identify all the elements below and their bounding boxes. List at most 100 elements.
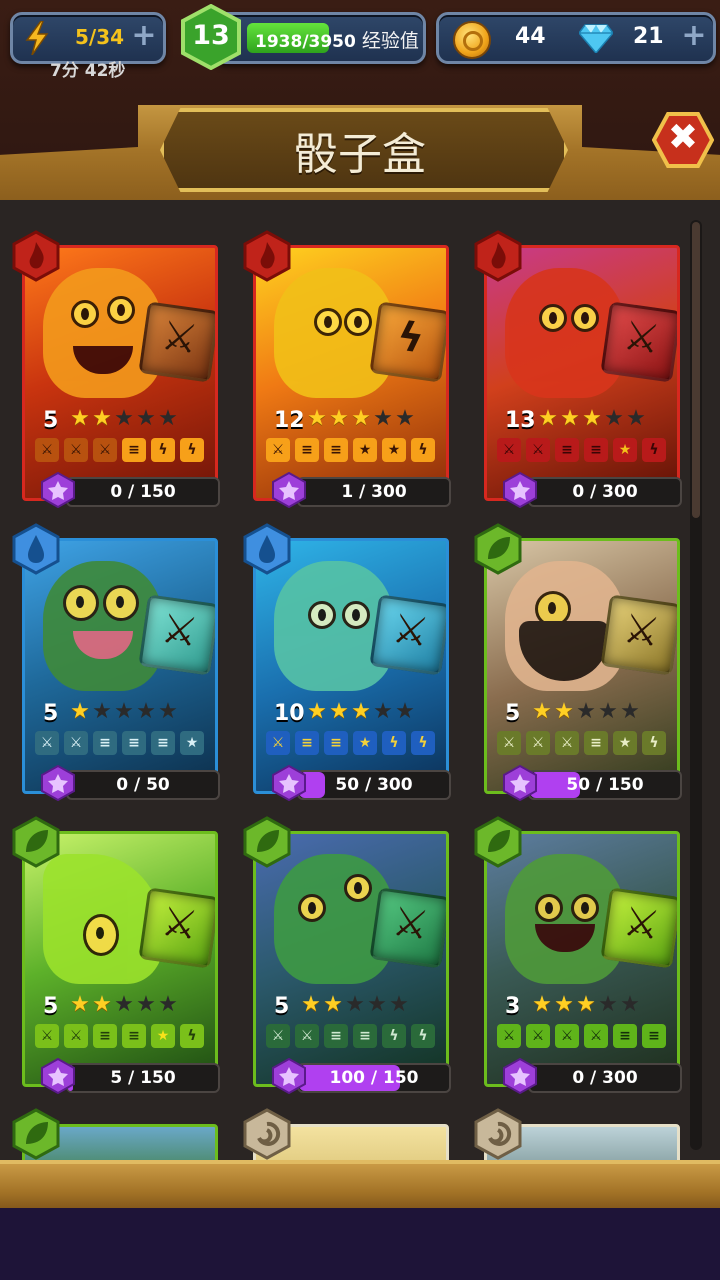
scrollbar-thumb[interactable] <box>692 222 700 518</box>
sword-face-icon: ⚔ <box>555 731 579 755</box>
dice-card-fire-dragon[interactable]: ⚔ 13 ★ ★ ★ ★ ★ ⚔ ⚔ ≡ ≡ ★ ϟ <box>484 245 680 501</box>
star-rating: ★ ★ ★ ★ ★ <box>300 993 410 1017</box>
star-rating: ★ ★ ★ ★ ★ <box>531 993 641 1017</box>
dice-level: 12 <box>274 408 305 433</box>
star-filled-icon: ★ <box>329 406 349 431</box>
star-empty-icon: ★ <box>158 699 178 724</box>
sword-face-icon: ⚔ <box>497 731 521 755</box>
dice-faces: ⚔ ⚔ ≡ ≡ ≡ ★ <box>35 731 209 755</box>
progress-text: 0 / 150 <box>110 482 176 502</box>
purple-gem-icon <box>503 472 537 508</box>
star-filled-icon: ★ <box>92 406 112 431</box>
sword-die-icon: ⚔ <box>138 887 215 969</box>
level-badge: 13 <box>178 3 244 71</box>
shield-face-icon: ≡ <box>93 731 117 755</box>
energy-value: 5/34 <box>75 25 125 49</box>
star-empty-icon: ★ <box>395 406 415 431</box>
star-face-icon: ★ <box>151 1024 175 1048</box>
star-empty-icon: ★ <box>598 992 618 1017</box>
dice-card-fire-monster[interactable]: ⚔ 5 ★ ★ ★ ★ ★ ⚔ ⚔ ⚔ ≡ ϟ ϟ <box>22 245 218 501</box>
purple-gem-icon <box>41 765 75 801</box>
card-progress-bar: 50 / 300 <box>297 770 451 800</box>
wind-element-icon <box>243 1108 291 1160</box>
star-empty-icon: ★ <box>114 992 134 1017</box>
shield-face-icon: ≡ <box>584 438 608 462</box>
water-element-icon <box>12 523 60 575</box>
dice-card-nature-slime[interactable]: ⚔ 5 ★ ★ ★ ★ ★ ⚔ ⚔ ≡ ≡ ★ ϟ <box>22 831 218 1087</box>
dice-card-water-queen[interactable]: ⚔ 10 ★ ★ ★ ★ ★ ⚔ ≡ ≡ ★ ϟ ϟ <box>253 538 449 794</box>
xp-pill: 1938/3950 经验值 <box>214 12 426 64</box>
purple-gem-icon <box>41 472 75 508</box>
dice-faces: ⚔ ≡ ≡ ★ ★ ϟ <box>266 438 440 462</box>
star-empty-icon: ★ <box>389 992 409 1017</box>
star-empty-icon: ★ <box>114 406 134 431</box>
sword-die-icon: ⚔ <box>138 301 215 383</box>
star-rating: ★ ★ ★ ★ ★ <box>306 407 416 431</box>
star-filled-icon: ★ <box>307 699 327 724</box>
purple-gem-icon <box>503 1058 537 1094</box>
sword-die-icon: ⚔ <box>600 301 677 383</box>
lightning-face-icon: ϟ <box>411 731 435 755</box>
dice-card-nature-orc[interactable]: ⚔ 3 ★ ★ ★ ★ ★ ⚔ ⚔ ⚔ ⚔ ≡ ≡ <box>484 831 680 1087</box>
shield-face-icon: ≡ <box>93 1024 117 1048</box>
progress-text: 0 / 50 <box>116 775 170 795</box>
wind-element-icon <box>474 1108 522 1160</box>
add-energy-button[interactable]: + <box>131 21 157 51</box>
star-rating: ★ ★ ★ ★ ★ <box>306 700 416 724</box>
shield-face-icon: ≡ <box>122 1024 146 1048</box>
star-empty-icon: ★ <box>598 699 618 724</box>
purple-gem-icon <box>272 765 306 801</box>
dice-card-fire-phoenix[interactable]: ϟ 12 ★ ★ ★ ★ ★ ⚔ ≡ ≡ ★ ★ ϟ <box>253 245 449 501</box>
dice-faces: ⚔ ⚔ ⚔ ≡ ★ ϟ <box>497 731 671 755</box>
shield-face-icon: ≡ <box>295 731 319 755</box>
sword-face-icon: ⚔ <box>64 438 88 462</box>
currency-pill[interactable]: 44 21 + <box>436 12 716 64</box>
star-filled-icon: ★ <box>554 992 574 1017</box>
close-button[interactable]: ✖ <box>651 112 715 168</box>
dice-faces: ⚔ ⚔ ≡ ≡ ★ ϟ <box>35 1024 209 1048</box>
sword-face-icon: ⚔ <box>555 1024 579 1048</box>
dice-faces: ⚔ ⚔ ⚔ ⚔ ≡ ≡ <box>497 1024 671 1048</box>
leaf-element-icon <box>12 1108 60 1160</box>
star-filled-icon: ★ <box>323 992 343 1017</box>
sword-face-icon: ⚔ <box>584 1024 608 1048</box>
dice-level: 10 <box>274 701 305 726</box>
purple-gem-icon <box>272 472 306 508</box>
close-x-glyph: ✖ <box>667 117 699 158</box>
dice-card-nature-dwarf[interactable]: ⚔ 5 ★ ★ ★ ★ ★ ⚔ ⚔ ⚔ ≡ ★ ϟ <box>484 538 680 794</box>
add-currency-button[interactable]: + <box>681 21 707 51</box>
shield-face-icon: ≡ <box>295 438 319 462</box>
card-progress-bar: 100 / 150 <box>297 1063 451 1093</box>
leaf-element-icon <box>474 816 522 868</box>
sword-face-icon: ⚔ <box>35 438 59 462</box>
star-rating: ★ ★ ★ ★ ★ <box>531 700 641 724</box>
sword-face-icon: ⚔ <box>526 1024 550 1048</box>
card-progress-bar: 5 / 150 <box>66 1063 220 1093</box>
progress-text: 0 / 300 <box>572 1068 638 1088</box>
dice-card-nature-hydra[interactable]: ⚔ 5 ★ ★ ★ ★ ★ ⚔ ⚔ ≡ ≡ ϟ ϟ <box>253 831 449 1087</box>
star-empty-icon: ★ <box>136 406 156 431</box>
progress-text: 50 / 150 <box>566 775 644 795</box>
star-rating: ★ ★ ★ ★ ★ <box>537 407 647 431</box>
coin-icon <box>453 21 491 59</box>
shield-face-icon: ≡ <box>613 1024 637 1048</box>
card-progress-bar: 0 / 300 <box>528 477 682 507</box>
shield-face-icon: ≡ <box>642 1024 666 1048</box>
dice-card-water-frog[interactable]: ⚔ 5 ★ ★ ★ ★ ★ ⚔ ⚔ ≡ ≡ ≡ ★ <box>22 538 218 794</box>
star-empty-icon: ★ <box>114 699 134 724</box>
xp-label: 经验值 <box>361 30 419 52</box>
progress-text: 50 / 300 <box>335 775 413 795</box>
card-progress-bar: 0 / 150 <box>66 477 220 507</box>
star-empty-icon: ★ <box>92 699 112 724</box>
star-filled-icon: ★ <box>307 406 327 431</box>
sword-face-icon: ⚔ <box>526 731 550 755</box>
sword-face-icon: ⚔ <box>266 731 290 755</box>
card-progress-bar: 0 / 50 <box>66 770 220 800</box>
progress-text: 1 / 300 <box>341 482 407 502</box>
star-filled-icon: ★ <box>70 699 90 724</box>
sword-face-icon: ⚔ <box>295 1024 319 1048</box>
purple-gem-icon <box>272 1058 306 1094</box>
sword-face-icon: ⚔ <box>64 1024 88 1048</box>
star-face-icon: ★ <box>353 438 377 462</box>
lightning-face-icon: ϟ <box>411 1024 435 1048</box>
